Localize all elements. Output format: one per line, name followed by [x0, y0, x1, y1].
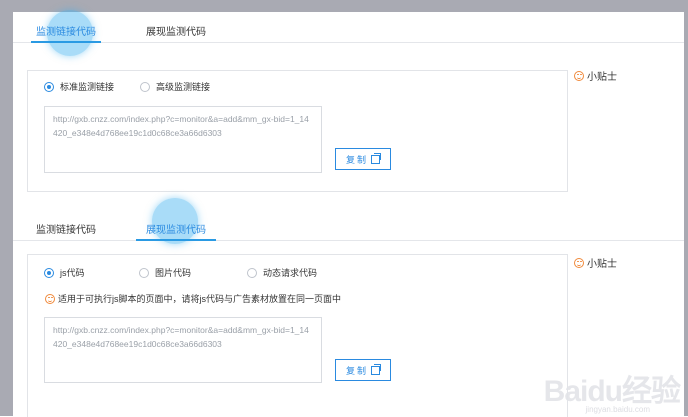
tab-label: 监测链接代码: [36, 27, 96, 38]
radio-label: 图片代码: [155, 268, 192, 278]
tab-bar: 监测链接代码 展现监测代码: [13, 10, 684, 56]
copy-button[interactable]: 复制: [335, 148, 391, 170]
radio-label: 动态请求代码: [263, 268, 318, 278]
radio-label: js代码: [60, 268, 85, 278]
smile-icon: [574, 257, 584, 268]
tips-label: 小贴士: [587, 259, 617, 270]
code-box: js代码 图片代码 动态请求代码 适用于可执行js脚本的页面中，请将js代码与广…: [27, 254, 568, 417]
window-frame-top: [0, 0, 688, 12]
code-textarea[interactable]: http://gxb.cnzz.com/index.php?c=monitor&…: [44, 317, 322, 383]
window-frame-right: [684, 0, 688, 416]
copy-button-label: 复制: [345, 154, 368, 165]
tab-label: 展现监测代码: [146, 225, 206, 236]
radio-image-code[interactable]: 图片代码: [139, 266, 191, 279]
tips-label: 小贴士: [587, 72, 617, 83]
radio-checked-icon: [44, 81, 54, 92]
smile-icon: [45, 293, 55, 304]
copy-button[interactable]: 复制: [335, 359, 391, 381]
active-tab-underline: [136, 239, 216, 241]
tab-display-monitor-code[interactable]: 展现监测代码: [136, 210, 216, 241]
radio-unchecked-icon: [139, 267, 149, 278]
tips-link[interactable]: 小贴士: [574, 68, 617, 83]
tab-monitor-link-code[interactable]: 监测链接代码: [31, 12, 101, 43]
monitor-link-panel: 监测链接代码 展现监测代码 标准监测链接 高级监测链接 http://gxb.c…: [13, 10, 684, 210]
radio-label: 标准监测链接: [60, 82, 115, 92]
code-box: 标准监测链接 高级监测链接 http://gxb.cnzz.com/index.…: [27, 70, 568, 192]
copy-icon: [371, 152, 381, 164]
radio-unchecked-icon: [140, 81, 150, 92]
tab-monitor-link-code[interactable]: 监测链接代码: [31, 210, 101, 240]
radio-unchecked-icon: [247, 267, 257, 278]
active-tab-underline: [31, 41, 101, 43]
tab-bar: 监测链接代码 展现监测代码: [13, 198, 684, 244]
hint-text: 适用于可执行js脚本的页面中，请将js代码与广告素材放置在同一页面中: [58, 294, 342, 304]
tab-label: 展现监测代码: [146, 27, 206, 38]
window-frame-left: [0, 0, 13, 416]
copy-button-label: 复制: [345, 365, 368, 376]
tips-link[interactable]: 小贴士: [574, 255, 617, 270]
radio-label: 高级监测链接: [156, 82, 211, 92]
radio-standard-link[interactable]: 标准监测链接: [44, 80, 114, 93]
radio-checked-icon: [44, 267, 54, 278]
smile-icon: [574, 70, 584, 81]
baidu-jingyan-watermark: Baidu经验: [543, 375, 681, 408]
tab-display-monitor-code[interactable]: 展现监测代码: [139, 12, 213, 42]
radio-js-code[interactable]: js代码: [44, 266, 85, 279]
radio-advanced-link[interactable]: 高级监测链接: [140, 80, 210, 93]
tab-label: 监测链接代码: [36, 225, 96, 236]
copy-icon: [371, 363, 381, 375]
watermark-url: jingyan.baidu.com: [585, 405, 650, 414]
radio-dynamic-request-code[interactable]: 动态请求代码: [247, 266, 317, 279]
usage-hint: 适用于可执行js脚本的页面中，请将js代码与广告素材放置在同一页面中: [45, 292, 341, 305]
code-textarea[interactable]: http://gxb.cnzz.com/index.php?c=monitor&…: [44, 106, 322, 173]
